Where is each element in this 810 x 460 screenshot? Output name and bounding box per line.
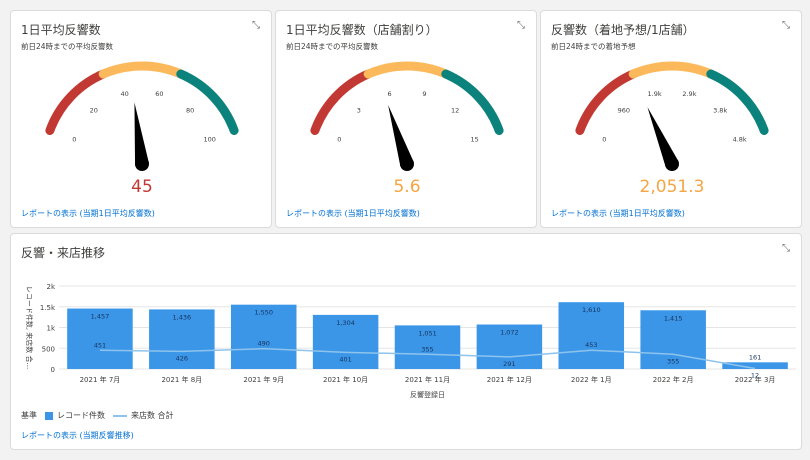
line-data-label: 401 — [339, 355, 351, 363]
report-link[interactable]: レポートの表示 (当期1日平均反響数) — [21, 208, 155, 219]
line-data-label: 12 — [751, 372, 759, 380]
bar-data-label: 1,457 — [91, 313, 110, 321]
legend-swatch-line — [113, 414, 127, 417]
line-data-label: 355 — [667, 357, 679, 365]
x-tick-label: 2021 年 11月 — [405, 375, 450, 384]
card-subtitle: 前日24時までの平均反響数 — [21, 42, 114, 51]
bar-data-label: 1,415 — [664, 314, 683, 322]
gauge-needle-hub — [665, 157, 679, 171]
gauge-segment-high — [441, 69, 504, 135]
gauge-segment-low — [310, 69, 373, 135]
report-link[interactable]: レポートの表示 (当期反響推移) — [21, 430, 134, 441]
gauge-value: 2,051.3 — [639, 177, 705, 197]
x-tick-label: 2021 年 9月 — [243, 375, 284, 384]
x-tick-label: 2021 年 10月 — [323, 375, 368, 384]
gauge-tick-label: 12 — [451, 106, 459, 114]
trend-card: 反響・来店推移 ⤡ 0 500 1k 1.5k 2k レコード件数, 来店数 合... 1,… — [10, 233, 802, 450]
gauge-tick-label: 960 — [618, 106, 630, 114]
x-tick-label: 2022 年 2月 — [653, 375, 694, 384]
card-subtitle: 前日24時までの平均反響数 — [286, 42, 379, 51]
x-tick-label: 2021 年 8月 — [161, 375, 202, 384]
gauge-segment-mid — [98, 61, 186, 79]
expand-icon[interactable]: ⤡ — [516, 21, 526, 31]
gauge-needle-hub — [135, 157, 149, 171]
y-tick-label: 2k — [46, 283, 55, 291]
line-data-label: 490 — [258, 340, 270, 348]
gauge-tick-label: 80 — [186, 106, 194, 114]
card-title: 1日平均反響数 — [21, 23, 101, 37]
gauge-tick-label: 4.8k — [733, 135, 747, 143]
x-axis-label: 反響登録日 — [410, 390, 445, 399]
legend-line-label: 来店数 合計 — [131, 411, 174, 420]
bar-data-label: 1,072 — [500, 329, 519, 337]
gauge-tick-label: 3 — [357, 106, 361, 114]
y-tick-label: 0 — [51, 366, 55, 374]
x-tick-label: 2021 年 12月 — [487, 375, 532, 384]
gauge-tick-label: 100 — [203, 135, 215, 143]
gauge-card-1: 1日平均反響数 前日24時までの平均反響数 ⤡ 0 20 40 60 80 100 45 … — [10, 10, 272, 228]
y-tick-label: 1k — [46, 325, 55, 333]
gauge-tick-label: 0 — [337, 135, 341, 143]
expand-icon[interactable]: ⤡ — [781, 21, 791, 31]
gauge-tick-label: 0 — [72, 135, 76, 143]
gauge-needle-hub — [400, 157, 414, 171]
bar-data-label: 161 — [749, 353, 761, 361]
gauge-needle — [388, 104, 414, 167]
bar-data-label: 1,550 — [254, 309, 273, 317]
legend-item-line[interactable]: 来店数 合計 — [113, 410, 174, 421]
legend-label: 基準 — [21, 411, 37, 420]
gauge-value: 45 — [131, 177, 153, 197]
gauge-needle — [134, 102, 149, 165]
legend-bar-label: レコード件数 — [57, 411, 105, 420]
chart-legend: 基準 レコード件数 来店数 合計 — [21, 410, 174, 421]
gauge-tick-label: 0 — [602, 135, 606, 143]
expand-icon[interactable]: ⤡ — [781, 244, 791, 254]
gauge-tick-label: 6 — [388, 90, 392, 98]
gauge-card-2: 1日平均反響数（店舗割り） 前日24時までの平均反響数 ⤡ 0 3 6 9 12 15 5… — [275, 10, 537, 228]
gauge-segment-low — [45, 69, 108, 135]
gauge-segment-low — [575, 69, 638, 135]
gauge-segment-high — [176, 69, 239, 135]
gauge-tick-label: 15 — [471, 135, 479, 143]
gauge-tick-label: 60 — [155, 90, 163, 98]
card-title: 反響・来店推移 — [21, 246, 106, 260]
expand-icon[interactable]: ⤡ — [251, 21, 261, 31]
x-tick-label: 2022 年 1月 — [571, 375, 612, 384]
card-title: 1日平均反響数（店舗割り） — [286, 23, 438, 37]
line-data-label: 451 — [94, 341, 106, 349]
gauge-tick-label: 3.8k — [713, 106, 727, 114]
bar-data-label: 1,436 — [173, 313, 192, 321]
bar-data-label: 1,610 — [582, 306, 601, 314]
y-axis-label: レコード件数, 来店数 合... — [25, 286, 34, 369]
card-title: 反響数（着地予想/1店舗） — [551, 23, 695, 37]
bar-data-label: 1,304 — [336, 319, 355, 327]
y-tick-label: 500 — [42, 345, 55, 353]
gauge-segment-mid — [628, 61, 716, 79]
report-link[interactable]: レポートの表示 (当期1日平均反響数) — [551, 208, 685, 219]
card-subtitle: 前日24時までの着地予想 — [551, 42, 636, 51]
x-tick-label: 2021 年 7月 — [80, 375, 121, 384]
gauge-tick-label: 20 — [90, 106, 98, 114]
gauge-tick-label: 2.9k — [682, 90, 696, 98]
gauge-segment-high — [706, 69, 769, 135]
line-data-label: 453 — [585, 341, 597, 349]
gauge-card-3: 反響数（着地予想/1店舗） 前日24時までの着地予想 ⤡ 0 960 1.9k 2.9… — [540, 10, 802, 228]
legend-swatch-bar — [45, 411, 53, 420]
gauge-tick-label: 1.9k — [648, 90, 662, 98]
gauge-tick-label: 9 — [422, 90, 426, 98]
gauge-segment-mid — [363, 61, 451, 79]
line-data-label: 426 — [176, 354, 188, 362]
line-data-label: 355 — [421, 345, 433, 353]
y-tick-label: 1.5k — [40, 304, 56, 312]
report-link[interactable]: レポートの表示 (当期1日平均反響数) — [286, 208, 420, 219]
bar-data-label: 1,051 — [418, 329, 437, 337]
line-data-label: 291 — [503, 360, 515, 368]
gauge-tick-label: 40 — [120, 90, 128, 98]
gauge-value: 5.6 — [393, 177, 421, 197]
legend-item-bar[interactable]: レコード件数 — [45, 410, 105, 421]
